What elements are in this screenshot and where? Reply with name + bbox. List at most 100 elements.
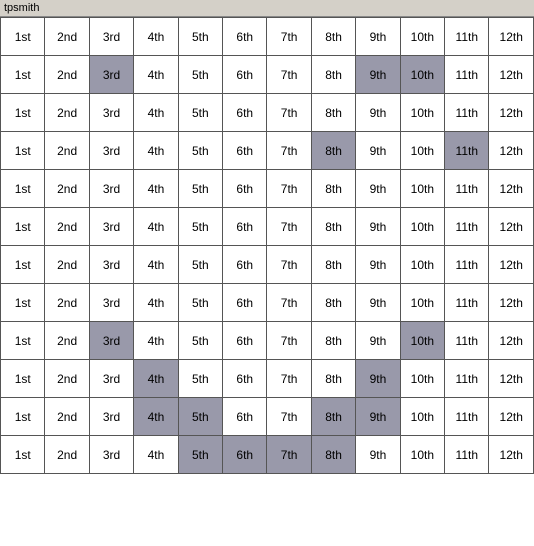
table-cell: 11th xyxy=(445,94,489,132)
table-cell: 12th xyxy=(489,18,534,56)
table-cell: 7th xyxy=(267,436,311,474)
table-cell: 1st xyxy=(1,284,45,322)
table-cell: 3rd xyxy=(89,18,133,56)
table-cell: 10th xyxy=(400,322,444,360)
table-cell: 8th xyxy=(311,360,355,398)
table-cell: 8th xyxy=(311,132,355,170)
table-cell: 8th xyxy=(311,398,355,436)
table-cell: 8th xyxy=(311,18,355,56)
table-cell: 6th xyxy=(223,56,267,94)
table-cell: 2nd xyxy=(45,132,89,170)
table-cell: 1st xyxy=(1,398,45,436)
table-cell: 3rd xyxy=(89,170,133,208)
table-cell: 9th xyxy=(356,398,400,436)
table-cell: 4th xyxy=(134,94,178,132)
table-cell: 5th xyxy=(178,398,222,436)
table-cell: 4th xyxy=(134,18,178,56)
table-cell: 4th xyxy=(134,436,178,474)
table-cell: 1st xyxy=(1,132,45,170)
table-cell: 5th xyxy=(178,132,222,170)
table-cell: 12th xyxy=(489,246,534,284)
table-cell: 10th xyxy=(400,170,444,208)
table-cell: 11th xyxy=(445,284,489,322)
table-cell: 12th xyxy=(489,208,534,246)
table-cell: 8th xyxy=(311,56,355,94)
table-cell: 7th xyxy=(267,360,311,398)
table-row: 1st2nd3rd4th5th6th7th8th9th10th11th12th xyxy=(1,170,534,208)
table-cell: 5th xyxy=(178,94,222,132)
table-cell: 3rd xyxy=(89,360,133,398)
table-cell: 5th xyxy=(178,246,222,284)
table-cell: 11th xyxy=(445,436,489,474)
table-cell: 6th xyxy=(223,170,267,208)
table-cell: 11th xyxy=(445,56,489,94)
table-cell: 11th xyxy=(445,398,489,436)
table-cell: 1st xyxy=(1,360,45,398)
table-cell: 3rd xyxy=(89,436,133,474)
table-cell: 1st xyxy=(1,18,45,56)
grid-container: 1st2nd3rd4th5th6th7th8th9th10th11th12th1… xyxy=(0,17,534,474)
table-cell: 7th xyxy=(267,18,311,56)
table-cell: 2nd xyxy=(45,284,89,322)
table-cell: 9th xyxy=(356,132,400,170)
table-cell: 7th xyxy=(267,284,311,322)
table-cell: 11th xyxy=(445,170,489,208)
table-cell: 2nd xyxy=(45,398,89,436)
table-row: 1st2nd3rd4th5th6th7th8th9th10th11th12th xyxy=(1,208,534,246)
table-cell: 5th xyxy=(178,56,222,94)
table-cell: 4th xyxy=(134,322,178,360)
table-cell: 7th xyxy=(267,94,311,132)
table-cell: 5th xyxy=(178,170,222,208)
table-row: 1st2nd3rd4th5th6th7th8th9th10th11th12th xyxy=(1,94,534,132)
app-title: tpsmith xyxy=(4,2,39,14)
table-cell: 2nd xyxy=(45,94,89,132)
table-cell: 9th xyxy=(356,246,400,284)
table-cell: 9th xyxy=(356,18,400,56)
table-cell: 4th xyxy=(134,208,178,246)
table-cell: 6th xyxy=(223,246,267,284)
table-row: 1st2nd3rd4th5th6th7th8th9th10th11th12th xyxy=(1,436,534,474)
table-cell: 6th xyxy=(223,208,267,246)
table-cell: 9th xyxy=(356,56,400,94)
table-cell: 1st xyxy=(1,94,45,132)
table-cell: 3rd xyxy=(89,94,133,132)
table-cell: 8th xyxy=(311,436,355,474)
table-cell: 9th xyxy=(356,170,400,208)
table-cell: 9th xyxy=(356,360,400,398)
table-cell: 7th xyxy=(267,208,311,246)
table-cell: 9th xyxy=(356,94,400,132)
table-cell: 8th xyxy=(311,284,355,322)
table-cell: 1st xyxy=(1,56,45,94)
table-row: 1st2nd3rd4th5th6th7th8th9th10th11th12th xyxy=(1,18,534,56)
table-cell: 11th xyxy=(445,322,489,360)
table-cell: 10th xyxy=(400,398,444,436)
table-cell: 6th xyxy=(223,132,267,170)
table-cell: 4th xyxy=(134,56,178,94)
table-cell: 5th xyxy=(178,208,222,246)
table-cell: 3rd xyxy=(89,208,133,246)
table-cell: 7th xyxy=(267,56,311,94)
table-cell: 5th xyxy=(178,18,222,56)
title-bar: tpsmith xyxy=(0,0,534,17)
table-cell: 1st xyxy=(1,436,45,474)
table-cell: 12th xyxy=(489,132,534,170)
table-cell: 2nd xyxy=(45,170,89,208)
table-cell: 4th xyxy=(134,132,178,170)
table-row: 1st2nd3rd4th5th6th7th8th9th10th11th12th xyxy=(1,360,534,398)
table-cell: 3rd xyxy=(89,56,133,94)
table-cell: 10th xyxy=(400,56,444,94)
table-row: 1st2nd3rd4th5th6th7th8th9th10th11th12th xyxy=(1,132,534,170)
table-cell: 4th xyxy=(134,246,178,284)
table-cell: 3rd xyxy=(89,132,133,170)
table-cell: 1st xyxy=(1,322,45,360)
table-cell: 11th xyxy=(445,18,489,56)
table-cell: 9th xyxy=(356,284,400,322)
table-cell: 6th xyxy=(223,436,267,474)
table-cell: 12th xyxy=(489,94,534,132)
table-cell: 8th xyxy=(311,208,355,246)
table-cell: 1st xyxy=(1,170,45,208)
table-cell: 12th xyxy=(489,170,534,208)
table-cell: 2nd xyxy=(45,360,89,398)
table-cell: 12th xyxy=(489,360,534,398)
table-cell: 4th xyxy=(134,170,178,208)
